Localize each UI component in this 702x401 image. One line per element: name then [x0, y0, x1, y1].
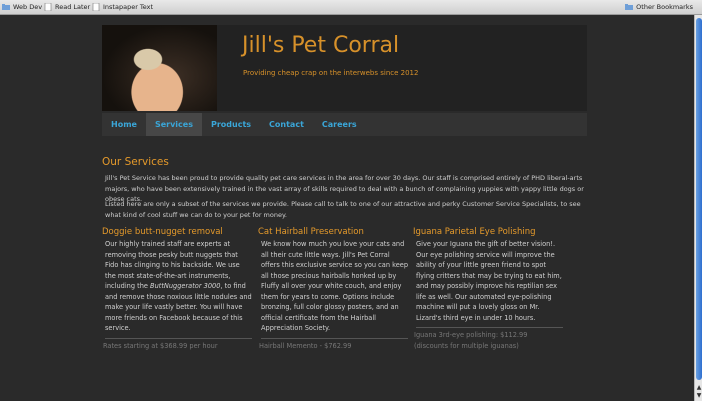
scrollbar-thumb[interactable]: [696, 18, 702, 380]
bookmarks-bar: Web Dev Read Later Instapaper Text Other…: [0, 0, 702, 15]
service-title: Iguana Parietal Eye Polishing: [413, 227, 536, 237]
service-title: Doggie butt-nugget removal: [102, 227, 223, 237]
bookmark-label: Other Bookmarks: [636, 3, 693, 11]
bookmark-web-dev[interactable]: Web Dev: [2, 3, 42, 11]
bookmark-label: Web Dev: [13, 3, 43, 11]
nav-home[interactable]: Home: [102, 113, 146, 136]
intro-paragraph-2: Listed here are only a subset of the ser…: [105, 200, 581, 219]
service-price: Rates starting at $368.99 per hour: [103, 341, 218, 350]
service-description: Give your Iguana the gift of better visi…: [416, 239, 563, 328]
main-nav: Home Services Products Contact Careers: [102, 113, 587, 136]
bookmark-instapaper-text[interactable]: Instapaper Text: [92, 3, 153, 11]
nav-careers[interactable]: Careers: [313, 113, 366, 136]
page-icon: [92, 3, 100, 11]
service-description: We know how much you love your cats and …: [261, 239, 408, 339]
service-price: Iguana 3rd-eye polishing: $112.99 (disco…: [414, 331, 528, 350]
folder-icon: [2, 4, 10, 10]
service-column-iguana: Iguana Parietal Eye Polishing Give your …: [413, 227, 563, 351]
site-title: Jill's Pet Corral: [242, 33, 400, 58]
header-photo-snail: [102, 25, 217, 111]
service-title: Cat Hairball Preservation: [258, 227, 364, 237]
page-icon: [44, 3, 52, 11]
service-description: Our highly trained staff are experts at …: [105, 239, 252, 339]
folder-icon: [625, 4, 634, 10]
bookmark-read-later[interactable]: Read Later: [44, 3, 90, 11]
page-title: Our Services: [102, 156, 169, 168]
bookmark-other-bookmarks[interactable]: Other Bookmarks: [625, 3, 693, 11]
bookmark-label: Read Later: [55, 3, 91, 11]
vertical-scrollbar[interactable]: ▲ ▼: [694, 15, 702, 401]
nav-contact[interactable]: Contact: [260, 113, 313, 136]
scroll-up-arrow-icon[interactable]: ▲: [696, 384, 702, 391]
service-column-hairball: Cat Hairball Preservation We know how mu…: [258, 227, 408, 351]
site-tagline: Providing cheap crap on the interwebs si…: [243, 69, 419, 77]
bookmark-label: Instapaper Text: [103, 3, 154, 11]
site-header: Jill's Pet Corral Providing cheap crap o…: [102, 25, 587, 111]
service-column-doggie: Doggie butt-nugget removal Our highly tr…: [102, 227, 252, 351]
service-price: Hairball Memento - $762.99: [259, 341, 352, 350]
scroll-down-arrow-icon[interactable]: ▼: [696, 392, 702, 399]
product-name: ButtNuggerator 3000: [150, 282, 221, 290]
nav-products[interactable]: Products: [202, 113, 260, 136]
nav-services[interactable]: Services: [145, 113, 202, 136]
